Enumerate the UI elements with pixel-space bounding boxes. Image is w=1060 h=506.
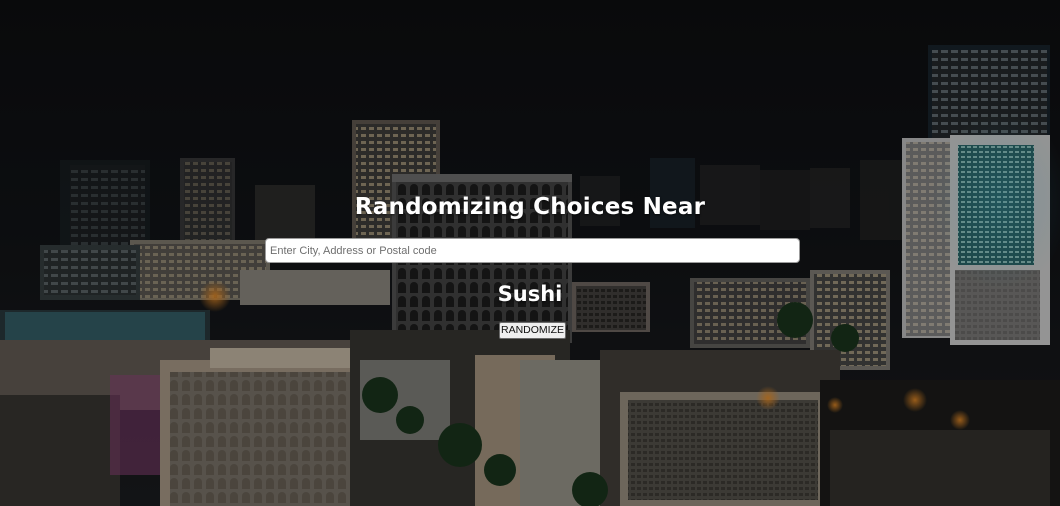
location-search-input[interactable]	[265, 238, 800, 263]
randomized-choice-text: Sushi	[497, 282, 563, 306]
page-heading: Randomizing Choices Near	[354, 194, 706, 220]
page: Randomizing Choices Near Sushi RANDOMIZE	[0, 0, 1060, 506]
randomize-button[interactable]: RANDOMIZE	[499, 322, 566, 339]
hero-section: Randomizing Choices Near Sushi RANDOMIZE	[0, 0, 1060, 506]
